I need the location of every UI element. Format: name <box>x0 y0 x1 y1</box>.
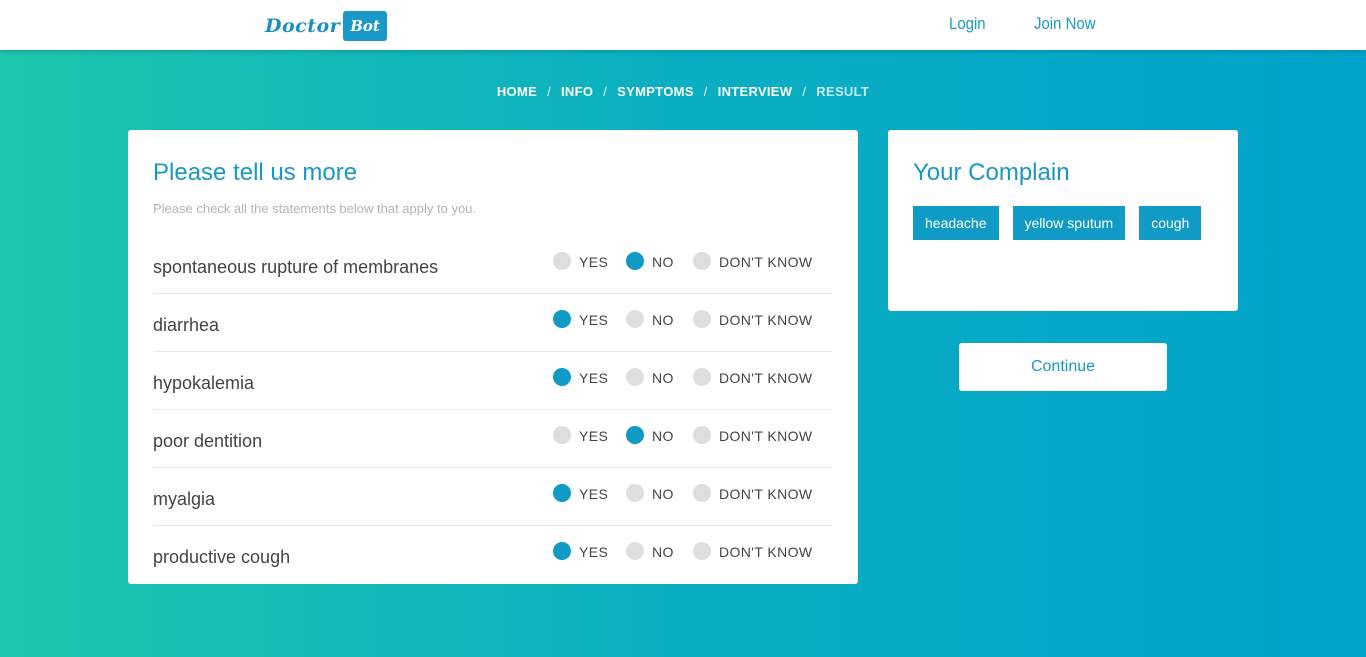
doctor-bot-logo[interactable]: Doctor Bot <box>265 11 387 41</box>
radio-button[interactable] <box>626 483 644 502</box>
interview-title: Please tell us more <box>153 159 358 186</box>
breadcrumb-separator: / <box>703 84 708 99</box>
answer-option-no[interactable]: NO <box>626 309 674 328</box>
answer-option-yes[interactable]: YES <box>553 367 608 386</box>
radio-button[interactable] <box>553 367 571 386</box>
radio-label: YES <box>579 428 609 444</box>
question-row: diarrhea YES NO DON'T KNOW <box>153 294 832 352</box>
complain-tag[interactable]: yellow sputum <box>1012 206 1126 240</box>
radio-label: YES <box>579 370 609 386</box>
radio-button[interactable] <box>553 483 571 502</box>
breadcrumb-item-result[interactable]: RESULT <box>816 84 869 99</box>
question-text: productive cough <box>153 547 291 567</box>
answer-option-yes[interactable]: YES <box>553 425 608 444</box>
radio-label: DON'T KNOW <box>719 428 813 444</box>
radio-label: NO <box>652 370 674 386</box>
radio-button[interactable] <box>626 309 644 328</box>
question-row: poor dentition YES NO DON'T KNOW <box>153 410 832 468</box>
answer-option-no[interactable]: NO <box>626 483 674 502</box>
answer-option-no[interactable]: NO <box>626 251 674 270</box>
radio-button[interactable] <box>626 367 644 386</box>
radio-label: DON'T KNOW <box>719 312 813 328</box>
radio-label: NO <box>652 544 674 560</box>
radio-label: DON'T KNOW <box>719 254 813 270</box>
question-text: spontaneous rupture of membranes <box>153 257 439 277</box>
interview-panel: Please tell us more Please check all the… <box>128 130 858 584</box>
question-text: poor dentition <box>153 431 263 451</box>
breadcrumb-separator: / <box>802 84 807 99</box>
answer-option-no[interactable]: NO <box>626 541 674 560</box>
question-row: productive cough YES NO DON'T KNOW <box>153 526 832 584</box>
answer-option-dont-know[interactable]: DON'T KNOW <box>693 251 813 270</box>
complain-panel: Your Complain headache yellow sputum cough <box>888 130 1238 311</box>
question-text: diarrhea <box>153 315 220 335</box>
answer-option-yes[interactable]: YES <box>553 309 608 328</box>
radio-label: YES <box>579 312 609 328</box>
answer-option-dont-know[interactable]: DON'T KNOW <box>693 483 813 502</box>
answer-option-yes[interactable]: YES <box>553 483 608 502</box>
interview-subtitle: Please check all the statements below th… <box>153 201 477 216</box>
answer-option-dont-know[interactable]: DON'T KNOW <box>693 309 813 328</box>
login-link[interactable]: Login <box>949 14 986 34</box>
radio-button[interactable] <box>693 541 711 560</box>
radio-button[interactable] <box>693 483 711 502</box>
breadcrumb: HOME / INFO / SYMPTOMS / INTERVIEW / RESULT <box>0 84 1366 99</box>
radio-button[interactable] <box>553 251 571 270</box>
radio-label: NO <box>652 254 674 270</box>
continue-button[interactable]: Continue <box>959 343 1167 391</box>
complain-tags: headache yellow sputum cough <box>913 206 1223 251</box>
answer-option-dont-know[interactable]: DON'T KNOW <box>693 367 813 386</box>
radio-button[interactable] <box>626 425 644 444</box>
logo-text-bot: Bot <box>343 11 387 41</box>
logo-text-doctor: Doctor <box>265 15 341 37</box>
question-row: spontaneous rupture of membranes YES NO DON… <box>153 236 832 294</box>
radio-label: DON'T KNOW <box>719 486 813 502</box>
question-row: hypokalemia YES NO DON'T KNOW <box>153 352 832 410</box>
complain-tag[interactable]: cough <box>1139 206 1202 240</box>
radio-button[interactable] <box>553 309 571 328</box>
breadcrumb-item-interview[interactable]: INTERVIEW <box>718 84 793 99</box>
radio-label: YES <box>579 486 609 502</box>
question-text: hypokalemia <box>153 373 255 393</box>
question-text: myalgia <box>153 489 216 509</box>
answer-option-dont-know[interactable]: DON'T KNOW <box>693 541 813 560</box>
breadcrumb-item-info[interactable]: INFO <box>561 84 593 99</box>
complain-title: Your Complain <box>913 159 1070 186</box>
radio-label: NO <box>652 486 674 502</box>
join-now-link[interactable]: Join Now <box>1034 14 1096 34</box>
radio-button[interactable] <box>626 251 644 270</box>
radio-button[interactable] <box>693 309 711 328</box>
radio-label: NO <box>652 312 674 328</box>
breadcrumb-separator: / <box>547 84 551 99</box>
breadcrumb-separator: / <box>603 84 608 99</box>
breadcrumb-item-home[interactable]: HOME <box>497 84 537 99</box>
complain-tag[interactable]: headache <box>913 206 999 240</box>
radio-button[interactable] <box>693 425 711 444</box>
top-navbar: Doctor Bot Login Join Now <box>0 0 1366 50</box>
answer-option-no[interactable]: NO <box>626 425 674 444</box>
question-row: myalgia YES NO DON'T KNOW <box>153 468 832 526</box>
radio-label: NO <box>652 428 674 444</box>
radio-button[interactable] <box>693 367 711 386</box>
answer-option-yes[interactable]: YES <box>553 541 608 560</box>
radio-label: DON'T KNOW <box>719 370 813 386</box>
radio-button[interactable] <box>626 541 644 560</box>
answer-option-yes[interactable]: YES <box>553 251 608 270</box>
radio-label: YES <box>579 544 609 560</box>
answer-option-no[interactable]: NO <box>626 367 674 386</box>
radio-button[interactable] <box>553 541 571 560</box>
radio-label: DON'T KNOW <box>719 544 813 560</box>
radio-label: YES <box>579 254 609 270</box>
answer-option-dont-know[interactable]: DON'T KNOW <box>693 425 813 444</box>
question-list: spontaneous rupture of membranes YES NO DON… <box>153 236 832 584</box>
breadcrumb-item-symptoms[interactable]: SYMPTOMS <box>617 84 694 99</box>
radio-button[interactable] <box>693 251 711 270</box>
radio-button[interactable] <box>553 425 571 444</box>
